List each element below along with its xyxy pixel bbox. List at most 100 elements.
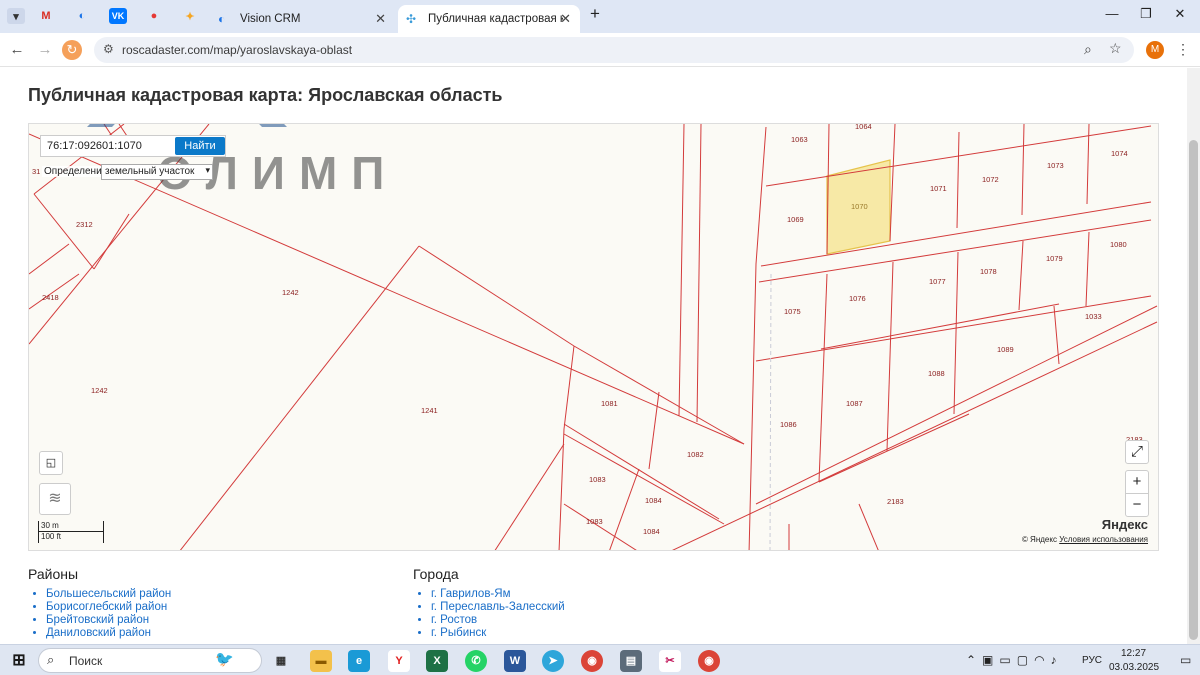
tab-search-icon[interactable]: ▾: [7, 8, 25, 24]
calculator-icon[interactable]: ▤: [620, 650, 642, 672]
vk-icon[interactable]: VK: [109, 8, 127, 24]
gmail-icon[interactable]: M: [37, 8, 55, 24]
tab-bar: ▾ M ◐ VK ● ✦ ◐ Vision CRM ✕ ✣ Публичная …: [0, 0, 1200, 33]
page-scrollbar[interactable]: [1187, 68, 1200, 644]
browser-tab-icon[interactable]: ◐: [73, 8, 91, 24]
parcel-label: 1089: [997, 345, 1014, 354]
parcel-label: 1242: [282, 288, 299, 297]
telegram-icon[interactable]: ➤: [542, 650, 564, 672]
vision-crm-icon: ◐: [218, 12, 226, 26]
parcel-label: 2418: [42, 293, 59, 302]
windows-start-icon[interactable]: ⊞: [8, 650, 30, 672]
menu-kebab-icon[interactable]: ⋮: [1176, 41, 1190, 58]
parcel-label: 1087: [846, 399, 863, 408]
tab-vision-crm[interactable]: ◐ Vision CRM ✕: [210, 5, 395, 33]
district-link[interactable]: Борисоглебский район: [46, 601, 171, 614]
map-favicon-icon: ✣: [406, 12, 417, 26]
definition-select[interactable]: земельный участок ▾: [101, 164, 213, 180]
maps-pin-icon[interactable]: ●: [145, 8, 163, 24]
city-link[interactable]: г. Переславль-Залесский: [431, 601, 565, 614]
word-icon[interactable]: W: [504, 650, 526, 672]
cadastral-map[interactable]: 1063 1064 1074 1073 1072 1071 1070 1069 …: [28, 123, 1159, 551]
app-icon[interactable]: ✦: [181, 8, 199, 24]
taskbar-search[interactable]: ⌕ Поиск 🐦: [38, 648, 262, 673]
parcel-label: 1084: [643, 527, 660, 536]
maximize-button[interactable]: ❐: [1131, 6, 1161, 26]
search-icon: ⌕: [47, 652, 55, 667]
parcel-label: 1082: [687, 450, 704, 459]
parcel-label: 1079: [1046, 254, 1063, 263]
clock-time[interactable]: 12:27: [1121, 648, 1146, 659]
close-window-button[interactable]: ✕: [1165, 6, 1195, 26]
new-tab-button[interactable]: +: [580, 4, 610, 24]
tab-cadastral-map[interactable]: ✣ Публичная кадастровая карта ✕: [398, 5, 580, 33]
chrome-icon[interactable]: ◉: [581, 650, 603, 672]
minimize-button[interactable]: —: [1097, 6, 1127, 26]
map-copyright: © Яндекс Условия использования: [1022, 535, 1148, 544]
parcel-label: 2312: [76, 220, 93, 229]
parcel-label: 1074: [1111, 149, 1128, 158]
back-button[interactable]: ←: [7, 40, 27, 60]
city-link[interactable]: г. Гаврилов-Ям: [431, 588, 565, 601]
zoom-out-button[interactable]: −: [1125, 493, 1149, 517]
profile-avatar[interactable]: M: [1146, 41, 1164, 59]
snipping-tool-icon[interactable]: ✂: [659, 650, 681, 672]
parcel-label: 1033: [1085, 312, 1102, 321]
yandex-browser-icon[interactable]: Y: [388, 650, 410, 672]
chrome-profile-icon[interactable]: ◉: [698, 650, 720, 672]
notification-icon[interactable]: ▭: [1180, 653, 1191, 667]
whatsapp-icon[interactable]: ✆: [465, 650, 487, 672]
bird-illustration-icon: 🐦: [215, 651, 234, 668]
task-view-icon[interactable]: ▦: [270, 650, 292, 672]
parcel-label: 1078: [980, 267, 997, 276]
ruler-button[interactable]: ◱: [39, 451, 63, 475]
windows-taskbar: ⊞ ⌕ Поиск 🐦 ▦ ▬ e Y X ✆ W ➤ ◉ ▤ ✂ ◉ ⌃▣▭▢…: [0, 644, 1200, 675]
districts-section: Районы Большесельский район Борисоглебск…: [28, 566, 171, 640]
tray-icons[interactable]: ⌃▣▭▢◠♪: [966, 653, 1063, 667]
zoom-in-button[interactable]: +: [1125, 470, 1149, 494]
district-link[interactable]: Даниловский район: [46, 627, 171, 640]
parcel-label: 1072: [982, 175, 999, 184]
reload-button[interactable]: ↻: [62, 40, 82, 60]
clock-date[interactable]: 03.03.2025: [1109, 662, 1159, 673]
scale-metric: 30 m: [41, 521, 59, 530]
address-bar[interactable]: ⚙ roscadaster.com/map/yaroslavskaya-obla…: [94, 37, 1134, 63]
parcel-label: 1070: [851, 202, 868, 211]
city-link[interactable]: г. Ростов: [431, 614, 565, 627]
bookmark-star-icon[interactable]: ☆: [1109, 40, 1122, 57]
copyright-text: © Яндекс: [1021, 535, 1057, 544]
parcel-label: 1241: [421, 406, 438, 415]
zoom-icon[interactable]: ⌕: [1084, 41, 1092, 58]
close-icon[interactable]: ✕: [560, 11, 571, 27]
district-link[interactable]: Большесельский район: [46, 588, 171, 601]
city-link[interactable]: г. Рыбинск: [431, 627, 565, 640]
parcel-label: 1088: [928, 369, 945, 378]
parcel-label: 1069: [787, 215, 804, 224]
cities-heading: Города: [413, 566, 459, 582]
parcel-label: 1083: [586, 517, 603, 526]
excel-icon[interactable]: X: [426, 650, 448, 672]
parcel-label: 1086: [780, 420, 797, 429]
parcel-label: 1075: [784, 307, 801, 316]
yandex-logo: Яндекс: [1101, 517, 1148, 532]
fullscreen-icon[interactable]: ⤢: [1125, 440, 1149, 464]
find-button[interactable]: Найти: [175, 137, 225, 155]
input-language[interactable]: РУС: [1082, 655, 1102, 666]
terms-link[interactable]: Условия использования: [1059, 535, 1148, 544]
layers-button[interactable]: ≋: [39, 483, 71, 515]
district-link[interactable]: Брейтовский район: [46, 614, 171, 627]
parcel-label: 1080: [1110, 240, 1127, 249]
tab-label: Vision CRM: [240, 13, 301, 25]
parcel-label: 1077: [929, 277, 946, 286]
edge-icon[interactable]: e: [348, 650, 370, 672]
forward-button[interactable]: →: [35, 40, 55, 60]
url-text: roscadaster.com/map/yaroslavskaya-oblast: [122, 43, 353, 57]
parcel-label: 2183: [887, 497, 904, 506]
map-scale: 30 m 100 ft: [38, 521, 104, 543]
site-info-icon[interactable]: ⚙: [103, 42, 114, 56]
file-explorer-icon[interactable]: ▬: [310, 650, 332, 672]
close-icon[interactable]: ✕: [375, 11, 386, 27]
parcel-label: 31: [32, 167, 40, 176]
parcel-label: 1083: [589, 475, 606, 484]
chevron-down-icon: ▾: [205, 165, 210, 175]
